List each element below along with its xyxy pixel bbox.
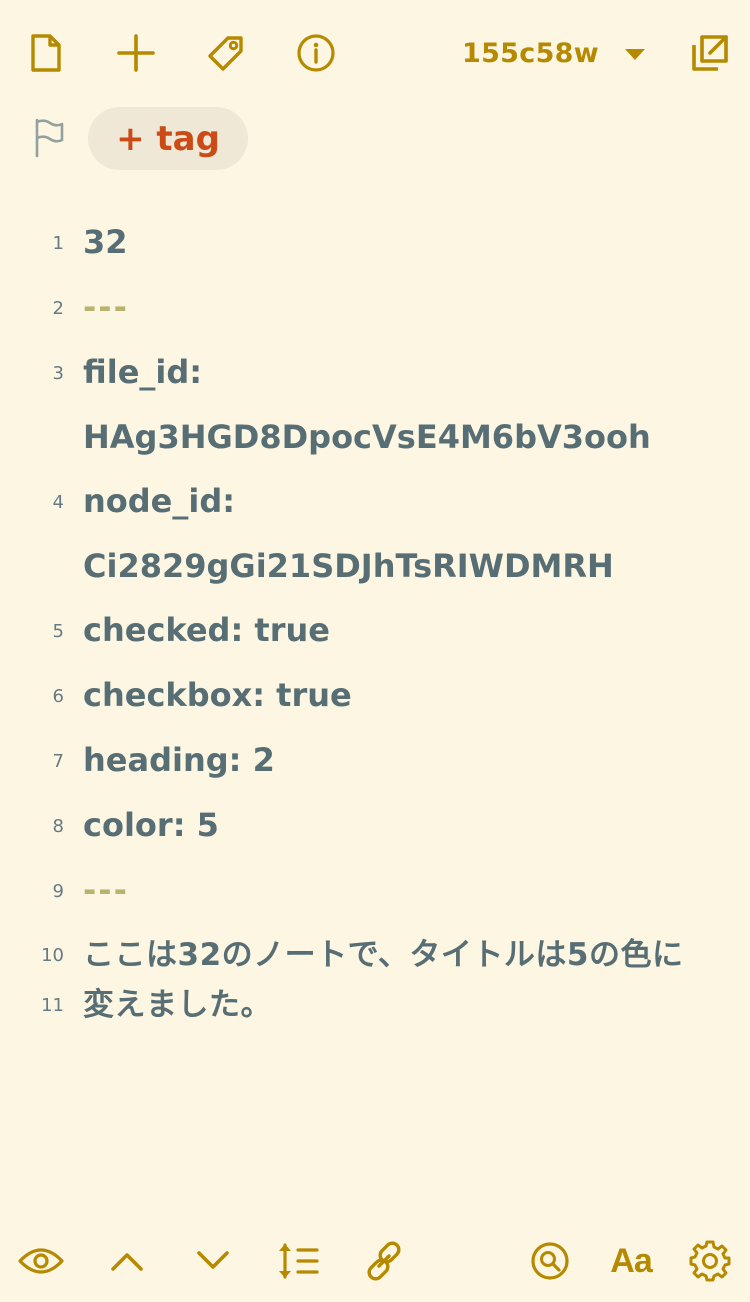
line-number: 1 bbox=[52, 233, 64, 254]
editor-line: 2 --- bbox=[0, 275, 750, 340]
line-number: 7 bbox=[52, 751, 64, 772]
editor-line: 7 heading: 2 bbox=[0, 728, 750, 793]
editor-line: 8 color: 5 bbox=[0, 793, 750, 858]
line-text: heading: 2 bbox=[83, 741, 275, 779]
text-editor[interactable]: 1 32 2 --- 3 file_id: HAg3HGD8DpocVsE4M6… bbox=[0, 210, 750, 1038]
editor-line: 11 変えました。 bbox=[0, 978, 750, 1038]
line-height-icon[interactable] bbox=[276, 1239, 320, 1283]
eye-icon[interactable] bbox=[16, 1239, 66, 1283]
chevron-up-icon[interactable] bbox=[108, 1239, 146, 1283]
bottom-toolbar: Aa bbox=[0, 1225, 750, 1297]
gear-icon[interactable] bbox=[688, 1239, 732, 1283]
line-text: color: 5 bbox=[83, 806, 219, 844]
editor-line: 5 checked: true bbox=[0, 598, 750, 663]
line-text: 32 bbox=[83, 223, 128, 261]
line-number: 6 bbox=[52, 686, 64, 707]
file-icon[interactable] bbox=[26, 30, 66, 76]
tag-icon[interactable] bbox=[202, 30, 248, 76]
editor-line: 10 ここは32のノートで、タイトルは5の色に bbox=[0, 923, 750, 978]
editor-line: 9 --- bbox=[0, 858, 750, 923]
line-number: 2 bbox=[52, 298, 64, 319]
line-text: 変えました。 bbox=[83, 987, 272, 1023]
line-text-row: Ci2829gGi21SDJhTsRIWDMRH bbox=[83, 547, 614, 585]
line-number: 10 bbox=[41, 945, 64, 966]
commit-label: 155c58w bbox=[462, 37, 599, 69]
editor-line: 1 32 bbox=[0, 210, 750, 275]
font-size-icon[interactable]: Aa bbox=[606, 1239, 656, 1283]
caret-down-icon bbox=[624, 48, 645, 60]
top-toolbar: 155c58w bbox=[0, 0, 750, 105]
font-size-label: Aa bbox=[610, 1241, 652, 1280]
info-icon[interactable] bbox=[294, 30, 338, 76]
add-tag-label: + tag bbox=[116, 118, 220, 159]
line-text: file_id: HAg3HGD8DpocVsE4M6bV3ooh bbox=[83, 340, 733, 469]
frontmatter-delimiter: --- bbox=[83, 871, 129, 909]
line-text: ここは32のノートで、タイトルは5の色に bbox=[83, 937, 684, 973]
frontmatter-delimiter: --- bbox=[83, 288, 129, 326]
line-text-row: file_id: bbox=[83, 353, 203, 391]
expand-icon[interactable] bbox=[688, 30, 732, 76]
line-number: 11 bbox=[41, 995, 64, 1016]
editor-line: 6 checkbox: true bbox=[0, 663, 750, 728]
plus-icon[interactable] bbox=[114, 30, 158, 76]
add-tag-button[interactable]: + tag bbox=[88, 107, 248, 170]
note-editor-screen: 155c58w + tag 1 32 2 --- 3 file_id: HAg3… bbox=[0, 0, 750, 1302]
line-text: checked: true bbox=[83, 611, 330, 649]
line-number: 4 bbox=[52, 492, 64, 513]
line-number: 8 bbox=[52, 816, 64, 837]
commit-selector[interactable]: 155c58w bbox=[462, 30, 645, 76]
line-number: 3 bbox=[52, 363, 64, 384]
editor-line: 3 file_id: HAg3HGD8DpocVsE4M6bV3ooh bbox=[0, 340, 750, 469]
line-number: 5 bbox=[52, 621, 64, 642]
line-text-row: HAg3HGD8DpocVsE4M6bV3ooh bbox=[83, 418, 651, 456]
link-icon[interactable] bbox=[362, 1239, 406, 1283]
line-text: node_id: Ci2829gGi21SDJhTsRIWDMRH bbox=[83, 469, 733, 598]
chevron-down-icon[interactable] bbox=[194, 1239, 232, 1283]
search-icon[interactable] bbox=[528, 1239, 572, 1283]
flag-icon[interactable] bbox=[30, 117, 68, 159]
line-number: 9 bbox=[52, 881, 64, 902]
line-text-row: node_id: bbox=[83, 482, 236, 520]
line-text: checkbox: true bbox=[83, 676, 352, 714]
tag-row: + tag bbox=[0, 105, 750, 171]
editor-line: 4 node_id: Ci2829gGi21SDJhTsRIWDMRH bbox=[0, 469, 750, 598]
